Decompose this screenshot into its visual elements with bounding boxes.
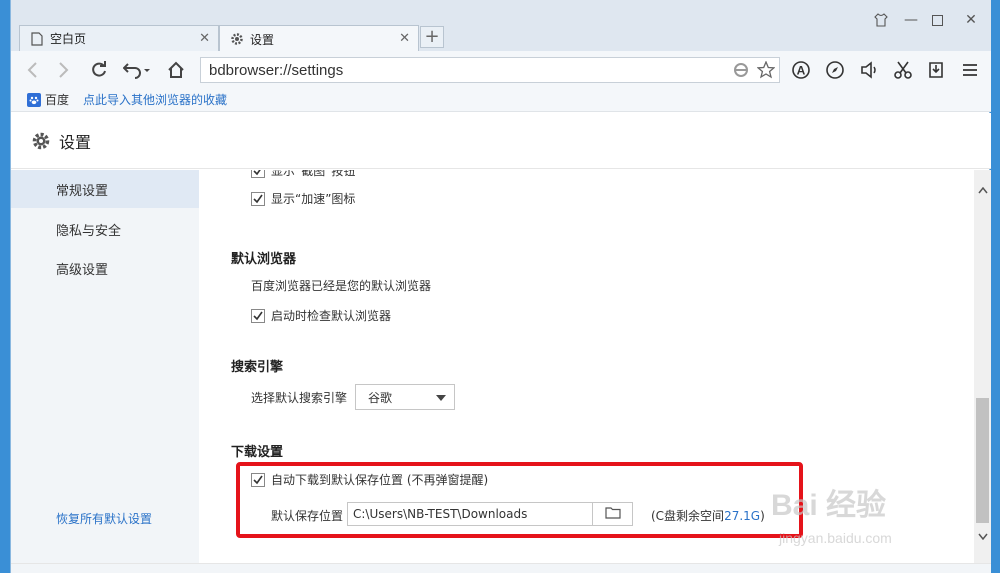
baidu-paw-icon	[27, 92, 41, 107]
scroll-down-icon[interactable]	[974, 528, 991, 545]
forward-icon[interactable]	[53, 59, 75, 81]
show-screenshot-row[interactable]: 显示“截图”按钮	[251, 170, 355, 179]
new-tab-button[interactable]: +	[420, 26, 444, 48]
address-bar[interactable]: bdbrowser://settings	[200, 57, 780, 83]
ie-mode-icon[interactable]	[733, 61, 749, 83]
select-value: 谷歌	[368, 390, 393, 405]
section-title-default-browser: 默认浏览器	[231, 252, 297, 267]
checkbox[interactable]	[251, 170, 265, 178]
speaker-icon[interactable]	[858, 59, 880, 81]
back-icon[interactable]	[21, 59, 43, 81]
scissors-icon[interactable]	[892, 59, 914, 81]
settings-header: 设置	[11, 113, 991, 169]
content-scrollbar[interactable]	[974, 170, 991, 563]
restore-defaults-link[interactable]: 恢复所有默认设置	[56, 510, 152, 527]
bookmark-baidu[interactable]: 百度	[45, 91, 69, 108]
sidebar-item-label: 高级设置	[56, 262, 109, 278]
show-accelerate-row[interactable]: 显示“加速”图标	[251, 190, 355, 207]
menu-icon[interactable]	[959, 59, 981, 81]
checkbox[interactable]	[251, 191, 265, 206]
sidebar-item-label: 常规设置	[56, 183, 109, 199]
tab-blank-page[interactable]: 空白页 ✕	[19, 25, 219, 51]
settings-content: 显示“截图”按钮 显示“加速”图标 默认浏览器 百度浏览器已经是您的默认浏览器 …	[199, 170, 974, 563]
sidebar-item-advanced[interactable]: 高级设置	[11, 249, 199, 287]
checkbox-label: 显示“加速”图标	[271, 192, 356, 206]
window-bottom-edge	[11, 563, 991, 573]
annotation-highlight-box	[236, 462, 803, 538]
document-icon	[30, 31, 44, 46]
section-title-search: 搜索引擎	[231, 360, 284, 375]
scrollbar-thumb[interactable]	[976, 398, 989, 523]
chevron-down-icon	[436, 395, 446, 401]
default-browser-status: 百度浏览器已经是您的默认浏览器	[251, 277, 431, 294]
check-default-row[interactable]: 启动时检查默认浏览器	[251, 307, 391, 324]
page-title: 设置	[59, 132, 92, 152]
sidebar-item-label: 隐私与安全	[56, 223, 122, 239]
sidebar-item-privacy[interactable]: 隐私与安全	[11, 210, 199, 248]
import-bookmarks-link[interactable]: 点此导入其他浏览器的收藏	[83, 91, 227, 108]
bookmark-bar: 百度 点此导入其他浏览器的收藏	[11, 88, 991, 112]
status-text: 百度浏览器已经是您的默认浏览器	[251, 279, 432, 293]
checkbox-label: 启动时检查默认浏览器	[271, 309, 392, 323]
sidebar-item-general[interactable]: 常规设置	[11, 170, 199, 208]
home-icon[interactable]	[165, 59, 187, 81]
close-tab-icon[interactable]: ✕	[399, 31, 410, 46]
tab-bar: 空白页 ✕ 设置 ✕ + — ✕	[11, 0, 991, 52]
browser-window: 空白页 ✕ 设置 ✕ + — ✕ bdbrowser://settings A …	[10, 0, 991, 573]
checkbox-label: 显示“截图”按钮	[271, 170, 356, 178]
field-label: 选择默认搜索引擎	[251, 391, 348, 405]
gear-icon	[230, 32, 244, 46]
tab-settings[interactable]: 设置 ✕	[219, 25, 419, 52]
star-icon[interactable]	[756, 60, 776, 83]
download-icon[interactable]	[925, 59, 947, 81]
tab-label: 空白页	[50, 32, 87, 46]
refresh-icon[interactable]	[88, 59, 110, 81]
tab-label: 设置	[250, 32, 275, 47]
compass-icon[interactable]	[824, 59, 846, 81]
search-engine-select[interactable]: 谷歌	[355, 384, 455, 410]
adblock-icon[interactable]: A	[790, 59, 812, 81]
navigation-bar: bdbrowser://settings A	[11, 51, 991, 88]
scroll-up-icon[interactable]	[974, 182, 991, 199]
minimize-icon[interactable]: —	[899, 10, 923, 30]
svg-text:A: A	[797, 64, 806, 78]
gear-icon	[31, 131, 51, 151]
maximize-icon[interactable]	[925, 10, 949, 30]
undo-close-icon[interactable]	[121, 59, 153, 81]
search-engine-label: 选择默认搜索引擎	[251, 389, 347, 406]
settings-sidebar: 常规设置 隐私与安全 高级设置 恢复所有默认设置	[11, 170, 199, 563]
close-tab-icon[interactable]: ✕	[199, 31, 210, 46]
skin-icon[interactable]	[869, 10, 893, 30]
checkbox[interactable]	[251, 308, 265, 323]
address-url: bdbrowser://settings	[209, 61, 344, 79]
close-icon[interactable]: ✕	[959, 10, 983, 30]
section-title-download: 下载设置	[231, 445, 284, 460]
